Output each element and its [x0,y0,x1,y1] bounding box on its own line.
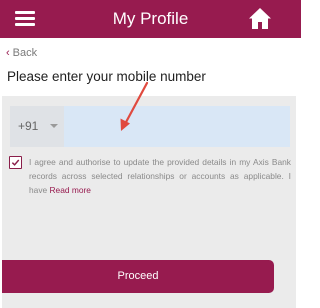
proceed-button[interactable]: Proceed [2,260,274,293]
mobile-number-input[interactable] [64,106,290,147]
read-more-link[interactable]: Read more [50,185,91,195]
chevron-left-icon: ‹ [6,47,10,59]
form-panel: +91 I agree and authorise to update the … [2,96,296,308]
app-header: My Profile [0,0,301,38]
page-title: Please enter your mobile number [7,69,206,84]
checkmark-icon [11,159,20,166]
back-link[interactable]: ‹ Back [6,47,37,59]
country-code-select[interactable]: +91 [10,106,64,147]
back-label: Back [12,47,38,59]
consent-text: I agree and authorise to update the prov… [29,155,291,197]
consent-checkbox[interactable] [9,156,22,169]
mobile-number-row: +91 [10,106,290,147]
country-code-value: +91 [18,119,39,133]
home-icon[interactable] [248,7,272,30]
dropdown-caret-icon [50,124,58,128]
